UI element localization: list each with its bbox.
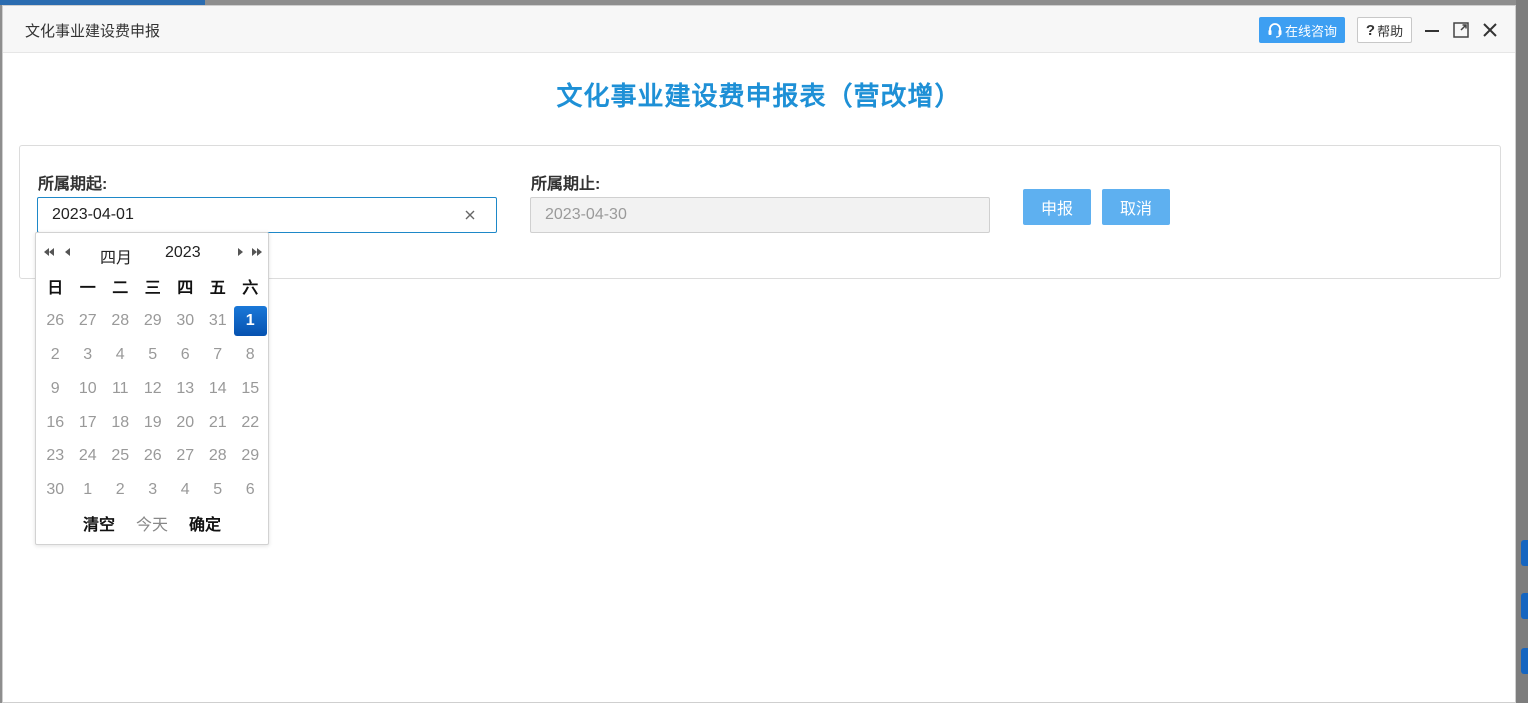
calendar-week: 23 24 25 26 27 28 29 <box>39 441 267 471</box>
clear-date-icon[interactable] <box>463 208 477 222</box>
today-button[interactable]: 今天 <box>136 511 168 535</box>
calendar-day[interactable]: 25 <box>104 441 137 471</box>
dialog-header: 文化事业建设费申报 在线咨询 ? 帮助 <box>3 6 1515 53</box>
calendar-day[interactable]: 3 <box>137 475 170 505</box>
calendar-day[interactable]: 7 <box>202 340 235 370</box>
online-consult-button[interactable]: 在线咨询 <box>1259 17 1345 43</box>
background-tab <box>1521 648 1528 674</box>
calendar-day[interactable]: 12 <box>137 374 170 404</box>
calendar-day[interactable]: 24 <box>72 441 105 471</box>
calendar-day[interactable]: 19 <box>137 408 170 438</box>
calendar-day[interactable]: 6 <box>169 340 202 370</box>
calendar-day[interactable]: 20 <box>169 408 202 438</box>
form-title: 文化事业建设费申报表（营改增） <box>556 81 962 111</box>
calendar-day[interactable]: 27 <box>72 306 105 336</box>
end-period-input: 2023-04-30 <box>530 197 990 233</box>
weekday-label: 六 <box>242 280 259 297</box>
confirm-button[interactable]: 确定 <box>189 511 221 535</box>
calendar-day[interactable]: 23 <box>39 441 72 471</box>
help-label: 帮助 <box>1377 23 1404 39</box>
calendar-day[interactable]: 4 <box>104 340 137 370</box>
calendar-week: 9 10 11 12 13 14 15 <box>39 374 267 404</box>
calendar-day[interactable]: 28 <box>202 441 235 471</box>
weekday-label: 三 <box>144 280 161 297</box>
calendar-day[interactable]: 29 <box>137 306 170 336</box>
calendar-week: 2 3 4 5 6 7 8 <box>39 340 267 370</box>
calendar-day[interactable]: 9 <box>39 374 72 404</box>
calendar-day[interactable]: 2 <box>39 340 72 370</box>
calendar-day[interactable]: 22 <box>234 408 267 438</box>
calendar-month[interactable]: 四月 <box>100 244 132 268</box>
dialog-title: 文化事业建设费申报 <box>25 23 161 40</box>
calendar-day[interactable]: 6 <box>234 475 267 505</box>
calendar-week: 26 27 28 29 30 31 1 <box>39 306 267 336</box>
minimize-icon[interactable] <box>1422 20 1442 40</box>
calendar-day[interactable]: 18 <box>104 408 137 438</box>
calendar-day[interactable]: 13 <box>169 374 202 404</box>
calendar-week: 30 1 2 3 4 5 6 <box>39 475 267 505</box>
calendar-day[interactable]: 26 <box>137 441 170 471</box>
calendar-day[interactable]: 30 <box>39 475 72 505</box>
calendar-footer: 清空 今天 确定 <box>36 511 268 535</box>
calendar-day[interactable]: 2 <box>104 475 137 505</box>
calendar-day[interactable]: 11 <box>104 374 137 404</box>
clear-button[interactable]: 清空 <box>83 511 115 535</box>
background-tab <box>1521 540 1528 566</box>
prev-year-icon[interactable] <box>42 245 56 259</box>
weekday-label: 二 <box>112 280 129 297</box>
weekday-label: 日 <box>47 280 64 297</box>
weekday-label: 四 <box>177 280 194 297</box>
close-icon[interactable] <box>1480 20 1500 40</box>
calendar-day[interactable]: 17 <box>72 408 105 438</box>
calendar-day[interactable]: 3 <box>72 340 105 370</box>
start-period-label: 所属期起: <box>38 176 108 193</box>
headset-icon <box>1267 22 1283 38</box>
cancel-button[interactable]: 取消 <box>1102 189 1170 225</box>
online-consult-label: 在线咨询 <box>1284 23 1337 39</box>
calendar-day[interactable]: 29 <box>234 441 267 471</box>
calendar-day[interactable]: 8 <box>234 340 267 370</box>
prev-month-icon[interactable] <box>61 245 75 259</box>
calendar-day[interactable]: 1 <box>72 475 105 505</box>
background-tab <box>1521 593 1528 619</box>
calendar-year[interactable]: 2023 <box>165 244 201 262</box>
calendar-day[interactable]: 21 <box>202 408 235 438</box>
calendar-day[interactable]: 5 <box>137 340 170 370</box>
calendar-day[interactable]: 14 <box>202 374 235 404</box>
calendar-day[interactable]: 26 <box>39 306 72 336</box>
help-button[interactable]: ? 帮助 <box>1357 17 1412 43</box>
calendar-day[interactable]: 27 <box>169 441 202 471</box>
calendar-day[interactable]: 4 <box>169 475 202 505</box>
weekday-header: 日 一 二 三 四 五 六 <box>39 278 267 300</box>
background-app-edge <box>1516 0 1528 703</box>
end-period-label: 所属期止: <box>531 176 601 193</box>
calendar-day[interactable]: 5 <box>202 475 235 505</box>
next-month-icon[interactable] <box>233 245 247 259</box>
next-year-icon[interactable] <box>250 245 264 259</box>
calendar-week: 16 17 18 19 20 21 22 <box>39 408 267 438</box>
calendar-day[interactable]: 16 <box>39 408 72 438</box>
maximize-icon[interactable] <box>1451 20 1471 40</box>
calendar-day[interactable]: 15 <box>234 374 267 404</box>
calendar-day[interactable]: 28 <box>104 306 137 336</box>
question-icon: ? <box>1365 21 1376 39</box>
date-picker: 四月 2023 日 一 二 三 四 五 六 26 27 28 29 30 31 … <box>35 232 269 545</box>
calendar-day[interactable]: 30 <box>169 306 202 336</box>
weekday-label: 五 <box>209 280 226 297</box>
calendar-day[interactable]: 31 <box>202 306 235 336</box>
start-period-input[interactable]: 2023-04-01 <box>37 197 497 233</box>
calendar-day[interactable]: 10 <box>72 374 105 404</box>
weekday-label: 一 <box>79 280 96 297</box>
submit-button[interactable]: 申报 <box>1023 189 1091 225</box>
calendar-day-selected[interactable]: 1 <box>234 306 267 336</box>
